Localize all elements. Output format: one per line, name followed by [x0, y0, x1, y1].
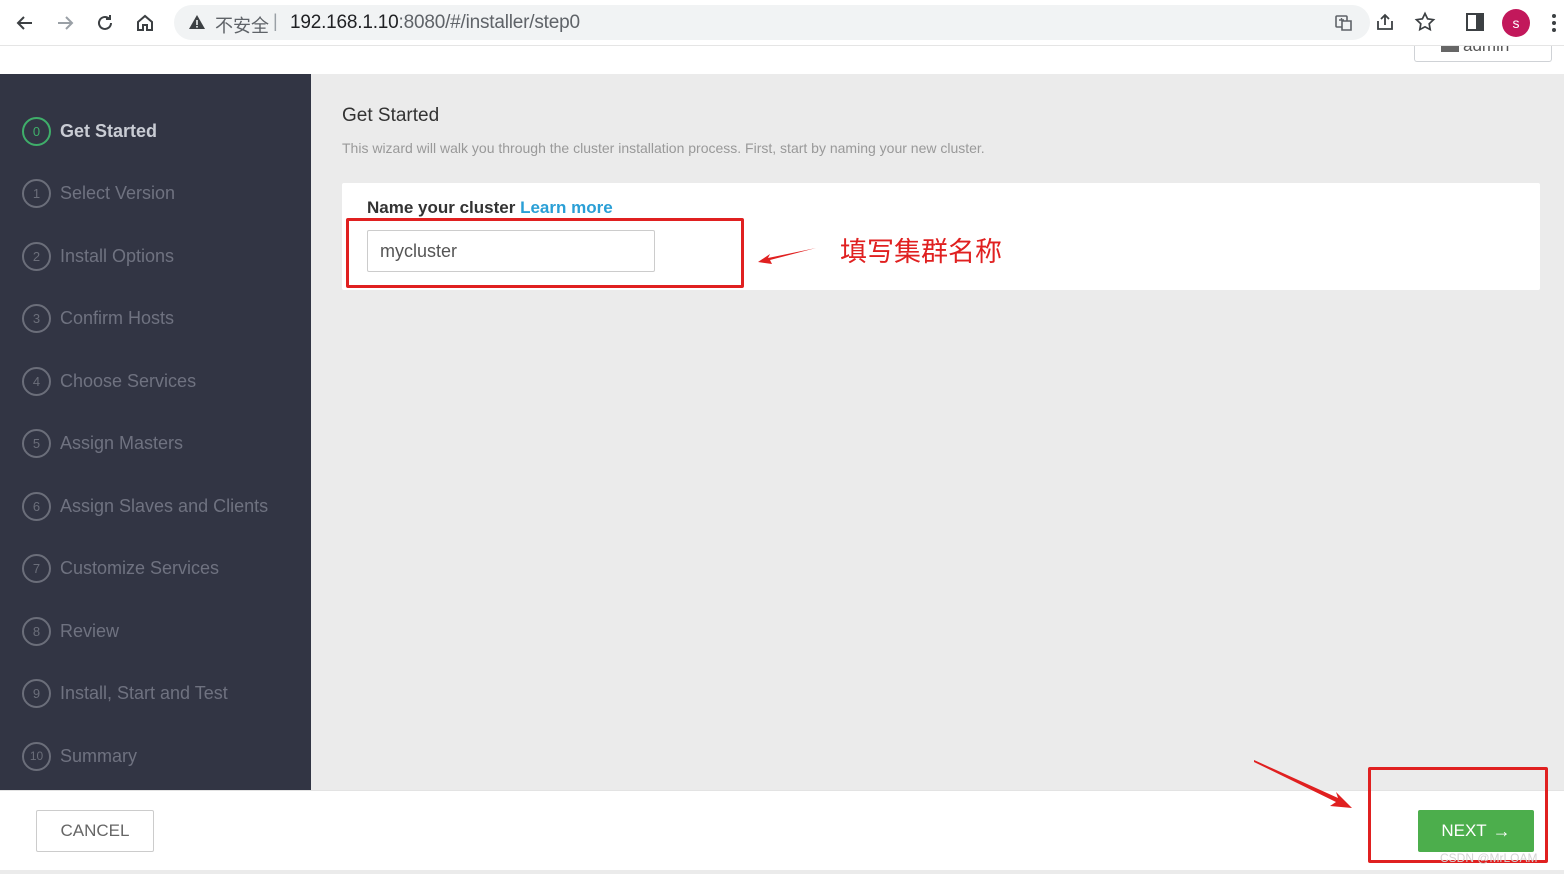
- user-menu-label: admin: [1463, 46, 1509, 56]
- step-confirm-hosts: 3 Confirm Hosts: [22, 302, 174, 334]
- step-install-options: 2 Install Options: [22, 240, 174, 272]
- watermark: CSDN @MrLOAM: [1440, 851, 1538, 865]
- forward-icon[interactable]: [52, 10, 78, 36]
- share-icon[interactable]: [1374, 11, 1396, 33]
- step-number: 10: [22, 741, 51, 771]
- reload-icon[interactable]: [92, 10, 118, 36]
- sidepanel-icon[interactable]: [1464, 11, 1486, 33]
- step-number: 1: [22, 178, 51, 208]
- main-content: Get Started This wizard will walk you th…: [311, 74, 1564, 790]
- home-icon[interactable]: [132, 10, 158, 36]
- warning-icon[interactable]: [188, 13, 206, 31]
- step-review: 8 Review: [22, 615, 119, 647]
- annotation-text: 填写集群名称: [840, 237, 1002, 268]
- step-label: Review: [60, 620, 120, 641]
- step-number: 8: [22, 616, 51, 646]
- step-number: 4: [22, 366, 51, 396]
- url-text: 192.168.1.10:8080/#/installer/step0: [290, 12, 580, 34]
- step-choose-services: 4 Choose Services: [22, 365, 196, 397]
- bottom-strip: [0, 870, 1564, 874]
- profile-avatar[interactable]: s: [1502, 9, 1530, 37]
- step-label: Choose Services: [60, 370, 197, 391]
- step-get-started[interactable]: 0 Get Started: [22, 115, 157, 147]
- annotation-box-input: [346, 218, 744, 288]
- user-icon: [1441, 46, 1459, 52]
- url-path: :8080/#/installer/step0: [398, 12, 581, 33]
- app-header: [0, 46, 1564, 74]
- step-label: Assign Masters: [60, 432, 184, 453]
- user-menu-button[interactable]: admin: [1414, 46, 1552, 62]
- step-assign-slaves: 6 Assign Slaves and Clients: [22, 490, 268, 522]
- page-title: Get Started: [342, 105, 440, 126]
- step-label: Select Version: [60, 182, 176, 203]
- cluster-name-label-text: Name your cluster: [367, 198, 516, 217]
- star-icon[interactable]: [1414, 11, 1436, 33]
- annotation-arrow-down-icon: [1254, 760, 1352, 808]
- step-number: 6: [22, 491, 51, 521]
- step-summary: 10 Summary: [22, 740, 137, 772]
- step-label: Customize Services: [60, 557, 220, 578]
- back-icon[interactable]: [12, 10, 38, 36]
- learn-more-link[interactable]: Learn more: [520, 198, 613, 217]
- step-number: 9: [22, 678, 51, 708]
- address-bar[interactable]: 不安全 | 192.168.1.10:8080/#/installer/step…: [174, 5, 1370, 40]
- browser-toolbar: 不安全 | 192.168.1.10:8080/#/installer/step…: [0, 0, 1564, 46]
- page-description: This wizard will walk you through the cl…: [342, 140, 985, 156]
- step-number: 3: [22, 303, 51, 333]
- step-assign-masters: 5 Assign Masters: [22, 427, 183, 459]
- step-number: 7: [22, 553, 51, 583]
- step-number: 5: [22, 428, 51, 458]
- address-separator: |: [273, 11, 278, 31]
- annotation-box-next: [1368, 767, 1548, 863]
- translate-icon[interactable]: [1334, 13, 1354, 33]
- url-host: 192.168.1.10: [290, 12, 399, 33]
- menu-icon[interactable]: [1550, 12, 1558, 34]
- step-label: Install, Start and Test: [60, 682, 228, 703]
- step-install-start-test: 9 Install, Start and Test: [22, 677, 228, 709]
- annotation-arrow-left-icon: [758, 248, 816, 264]
- step-number: 2: [22, 241, 51, 271]
- cancel-button[interactable]: CANCEL: [36, 810, 154, 852]
- step-select-version: 1 Select Version: [22, 177, 175, 209]
- step-label: Get Started: [60, 120, 158, 141]
- step-label: Confirm Hosts: [60, 307, 175, 328]
- step-customize-services: 7 Customize Services: [22, 552, 219, 584]
- step-number: 0: [22, 116, 51, 146]
- step-label: Summary: [60, 745, 138, 766]
- step-label: Assign Slaves and Clients: [60, 495, 269, 516]
- wizard-sidebar: 0 Get Started 1 Select Version 2 Install…: [0, 74, 311, 790]
- insecure-label: 不安全: [215, 16, 269, 37]
- cluster-name-label: Name your cluster Learn more: [367, 198, 613, 218]
- step-label: Install Options: [60, 245, 175, 266]
